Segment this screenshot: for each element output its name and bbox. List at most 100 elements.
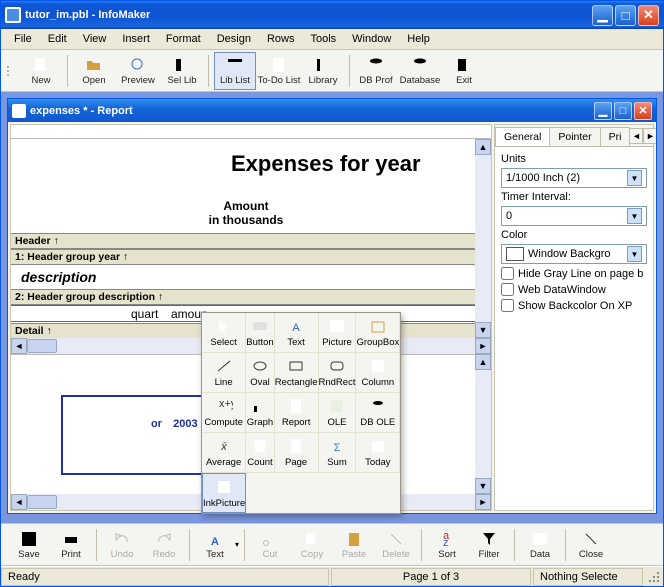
- check-backcolor-xp[interactable]: Show Backcolor On XP: [501, 299, 647, 312]
- ole-icon: OLE: [328, 397, 346, 415]
- toolbtn-db-prof[interactable]: DB Prof: [355, 52, 397, 90]
- chevron-down-icon[interactable]: ▼: [627, 246, 642, 262]
- palette-rectangle[interactable]: Rectangle: [275, 353, 319, 393]
- toolbtn-paste[interactable]: Paste: [334, 526, 374, 564]
- toolbar-grip[interactable]: [7, 53, 14, 89]
- design-canvas[interactable]: Expenses for year Amountin thousands Hea…: [11, 139, 475, 338]
- chevron-down-icon[interactable]: ▼: [627, 208, 642, 224]
- toolbtn-save[interactable]: Save: [9, 526, 49, 564]
- toolbtn-cut[interactable]: Cut: [250, 526, 290, 564]
- menu-window[interactable]: Window: [345, 31, 398, 47]
- minimize-button[interactable]: ▁: [592, 5, 613, 26]
- preview-vscroll[interactable]: ▲ ▼: [475, 354, 491, 494]
- toolbtn-library[interactable]: Library: [302, 52, 344, 90]
- tab-general[interactable]: General: [495, 127, 550, 146]
- units-select[interactable]: 1/1000 Inch (2) ▼: [501, 168, 647, 188]
- menu-edit[interactable]: Edit: [41, 31, 74, 47]
- menu-view[interactable]: View: [76, 31, 114, 47]
- palette-db ole[interactable]: DB OLE: [356, 393, 400, 433]
- palette-ole[interactable]: OLEOLE: [319, 393, 357, 433]
- col-quarter[interactable]: quart: [131, 307, 158, 321]
- color-select[interactable]: Window Backgro ▼: [501, 244, 647, 264]
- report-maximize[interactable]: □: [614, 102, 632, 120]
- undo-icon: [113, 530, 131, 548]
- menu-insert[interactable]: Insert: [115, 31, 157, 47]
- band-group-year[interactable]: 1: Header group year ↑: [11, 249, 475, 265]
- toolbtn-undo[interactable]: Undo: [102, 526, 142, 564]
- units-label: Units: [501, 153, 647, 165]
- menu-rows[interactable]: Rows: [260, 31, 302, 47]
- report-minimize[interactable]: ▁: [594, 102, 612, 120]
- menu-design[interactable]: Design: [210, 31, 258, 47]
- tab-print[interactable]: Pri: [600, 127, 631, 146]
- toolbtn-data[interactable]: Data: [520, 526, 560, 564]
- controls-palette[interactable]: SelectButtonATextPictureGroupBox LineOval…: [201, 312, 401, 514]
- liblist-icon: [226, 56, 244, 74]
- scroll-thumb[interactable]: [27, 339, 57, 353]
- menu-help[interactable]: Help: [400, 31, 437, 47]
- palette-oval[interactable]: Oval: [246, 353, 274, 393]
- menu-file[interactable]: File: [7, 31, 39, 47]
- redo-icon: [155, 530, 173, 548]
- maximize-button[interactable]: □: [615, 5, 636, 26]
- tab-pointer[interactable]: Pointer: [549, 127, 600, 146]
- toolbtn-delete[interactable]: Delete: [376, 526, 416, 564]
- report-close[interactable]: ✕: [634, 102, 652, 120]
- palette-groupbox[interactable]: GroupBox: [356, 313, 400, 353]
- tabs-left-icon[interactable]: ◄: [629, 128, 643, 144]
- band-header[interactable]: Header ↑: [11, 233, 475, 249]
- report-heading[interactable]: Expenses for year: [231, 151, 421, 177]
- scroll-up-icon[interactable]: ▲: [475, 139, 491, 155]
- palette-graph[interactable]: Graph: [246, 393, 274, 433]
- chevron-down-icon[interactable]: ▼: [627, 170, 642, 186]
- scroll-left-icon[interactable]: ◄: [11, 338, 27, 354]
- timer-select[interactable]: 0 ▼: [501, 206, 647, 226]
- toolbtn-open[interactable]: Open: [73, 52, 115, 90]
- check-web-datawindow[interactable]: Web DataWindow: [501, 283, 647, 296]
- scroll-right-icon[interactable]: ►: [475, 338, 491, 354]
- palette-column[interactable]: Column: [356, 353, 400, 393]
- svg-text:A: A: [292, 322, 300, 334]
- toolbtn-exit[interactable]: Exit: [443, 52, 485, 90]
- palette-picture[interactable]: Picture: [319, 313, 357, 353]
- check-hide-grayline[interactable]: Hide Gray Line on page b: [501, 267, 647, 280]
- scroll-down-icon[interactable]: ▼: [475, 322, 491, 338]
- tabs-right-icon[interactable]: ►: [643, 128, 656, 144]
- palette-today[interactable]: Today: [356, 433, 400, 473]
- palette-line[interactable]: Line: [202, 353, 246, 393]
- palette-select[interactable]: Select: [202, 313, 246, 353]
- amount-label[interactable]: Amountin thousands: [201, 199, 291, 227]
- toolbtn-lib-list[interactable]: Lib List: [214, 52, 256, 90]
- palette-count[interactable]: 123Count: [246, 433, 274, 473]
- toolbtn-preview[interactable]: Preview: [117, 52, 159, 90]
- toolbtn-print[interactable]: Print: [51, 526, 91, 564]
- palette-average[interactable]: x̄Average: [202, 433, 246, 473]
- description-field[interactable]: description: [21, 269, 96, 285]
- menu-format[interactable]: Format: [159, 31, 208, 47]
- design-vscroll[interactable]: ▲ ▼: [475, 139, 491, 338]
- toolbtn-text[interactable]: AText: [195, 526, 235, 564]
- dropdown-icon[interactable]: ▾: [235, 540, 239, 549]
- palette-text[interactable]: AText: [275, 313, 319, 353]
- toolbtn-redo[interactable]: Redo: [144, 526, 184, 564]
- toolbtn-to-do-list[interactable]: To-Do List: [258, 52, 300, 90]
- band-group-desc[interactable]: 2: Header group description ↑: [11, 289, 475, 305]
- palette-button[interactable]: Button: [246, 313, 274, 353]
- report-icon: [287, 397, 305, 415]
- menu-tools[interactable]: Tools: [303, 31, 343, 47]
- toolbtn-filter[interactable]: Filter: [469, 526, 509, 564]
- toolbtn-new[interactable]: New: [20, 52, 62, 90]
- toolbtn-database[interactable]: Database: [399, 52, 441, 90]
- toolbtn-copy[interactable]: Copy: [292, 526, 332, 564]
- toolbtn-close[interactable]: Close: [571, 526, 611, 564]
- palette-page[interactable]: Page: [275, 433, 319, 473]
- toolbtn-sel-lib[interactable]: Sel Lib: [161, 52, 203, 90]
- palette-sum[interactable]: ΣSum: [319, 433, 357, 473]
- palette-compute[interactable]: x+y2Compute: [202, 393, 246, 433]
- palette-rndrect[interactable]: RndRect: [319, 353, 357, 393]
- toolbtn-sort[interactable]: azSort: [427, 526, 467, 564]
- resize-grip[interactable]: [645, 568, 663, 586]
- close-button[interactable]: ✕: [638, 5, 659, 26]
- palette-report[interactable]: Report: [275, 393, 319, 433]
- palette-inkpicture[interactable]: InkPicture: [202, 473, 246, 513]
